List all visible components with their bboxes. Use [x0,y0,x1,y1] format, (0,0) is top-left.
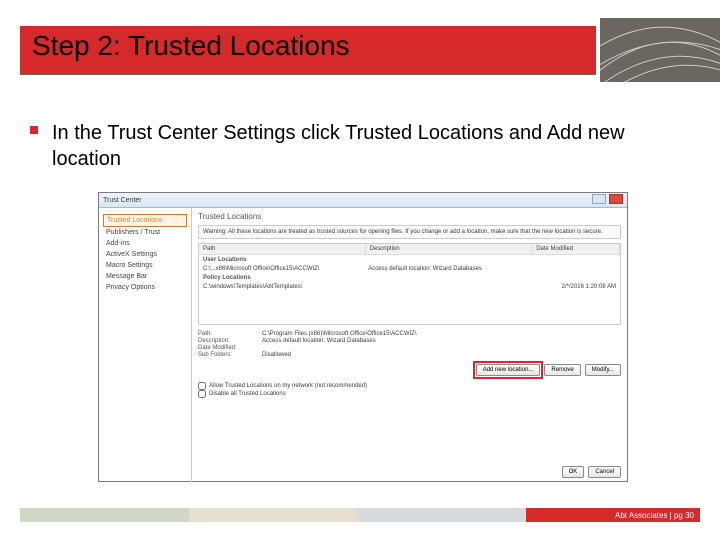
policy-locations-header: Policy Locations [199,273,620,283]
locations-list[interactable]: Path Description Date Modified User Loca… [198,243,621,325]
bullet-paragraph: In the Trust Center Settings click Trust… [52,120,652,172]
desc-label: Description: [198,338,262,344]
add-new-location-label: Add new location... [483,367,534,373]
table-row[interactable]: C:\...x86\Microsoft Office\Office15\ACCW… [199,265,620,273]
table-row[interactable]: C:\windows\Templates\AbtTemplates\ 2/*/2… [199,283,620,291]
footer-seg-3 [357,508,526,522]
ok-button[interactable]: OK [562,466,585,478]
cell-path: C:\...x86\Microsoft Office\Office15\ACCW… [203,266,368,272]
dialog-titlebar[interactable]: Trust Center [99,193,627,208]
add-new-location-button[interactable]: Add new location... [476,364,541,376]
footer: Abt Associates | pg 30 [20,508,700,522]
path-label: Path: [198,331,262,337]
warning-text: Warning: All these locations are treated… [198,225,621,239]
list-header: Path Description Date Modified [199,244,620,255]
details-panel: Path:C:\Program Files (x86)\Microsoft Of… [198,331,621,358]
col-path: Path [199,244,366,254]
footer-seg-2 [189,508,358,522]
bullet-square-icon [30,126,38,134]
slide: Step 2: Trusted Locations In the Trust C… [0,0,720,540]
sidebar-item-trusted-locations[interactable]: Trusted Locations [103,214,187,227]
sidebar-item-macro[interactable]: Macro Settings [103,260,187,271]
window-buttons [591,194,623,206]
trust-center-dialog: Trust Center Trusted Locations Publisher… [98,192,628,482]
cell-date: 2/*/2016 1:20:08 AM [533,284,616,290]
col-date: Date Modified [532,244,620,254]
disable-all-checkbox[interactable]: Disable all Trusted Locations [198,390,621,398]
cell-desc [368,284,533,290]
user-locations-header: User Locations [199,255,620,265]
sidebar-item-addins[interactable]: Add-ins [103,238,187,249]
checkbox-label: Allow Trusted Locations on my network (n… [209,383,367,389]
checkbox-label: Disable all Trusted Locations [209,391,286,397]
header-rule [20,74,596,75]
checkbox-icon[interactable] [198,390,206,398]
dialog-sidebar: Trusted Locations Publishers / Trust Add… [99,208,191,482]
footer-text: Abt Associates | pg 30 [615,511,694,520]
path-value: C:\Program Files (x86)\Microsoft Office\… [262,331,416,337]
sidebar-item-label: Trusted Locations [107,217,162,224]
footer-seg-1 [20,508,189,522]
header-logo-block [600,18,720,82]
datemod-label: Date Modified: [198,345,262,351]
slide-title: Step 2: Trusted Locations [32,30,350,62]
subfolders-value: Disallowed [262,352,291,358]
sidebar-item-messagebar[interactable]: Message Bar [103,271,187,282]
arc-lines-icon [600,18,720,82]
help-icon[interactable] [592,194,606,204]
col-description: Description [366,244,533,254]
checkbox-group: Allow Trusted Locations on my network (n… [198,382,621,398]
dialog-footer-buttons: OK Cancel [562,466,621,478]
cell-desc: Access default location: Wizard Database… [368,266,533,272]
sidebar-item-privacy[interactable]: Privacy Options [103,282,187,293]
sidebar-item-publishers[interactable]: Publishers / Trust [103,227,187,238]
sidebar-item-activex[interactable]: ActiveX Settings [103,249,187,260]
section-heading: Trusted Locations [198,212,621,221]
bullet-text: In the Trust Center Settings click Trust… [52,122,625,170]
dialog-main: Trusted Locations Warning: All these loc… [191,208,627,482]
close-icon[interactable] [609,194,623,204]
subfolders-label: Sub Folders: [198,352,262,358]
allow-network-checkbox[interactable]: Allow Trusted Locations on my network (n… [198,382,621,390]
location-button-row: Add new location... Remove Modify... [198,364,621,376]
remove-button[interactable]: Remove [544,364,580,376]
dialog-title: Trust Center [103,197,142,204]
checkbox-icon[interactable] [198,382,206,390]
cell-path: C:\windows\Templates\AbtTemplates\ [203,284,368,290]
cancel-button[interactable]: Cancel [588,466,621,478]
desc-value: Access default location: Wizard Database… [262,338,376,344]
footer-seg-4: Abt Associates | pg 30 [526,508,701,522]
cell-date [533,266,616,272]
modify-button[interactable]: Modify... [585,364,621,376]
